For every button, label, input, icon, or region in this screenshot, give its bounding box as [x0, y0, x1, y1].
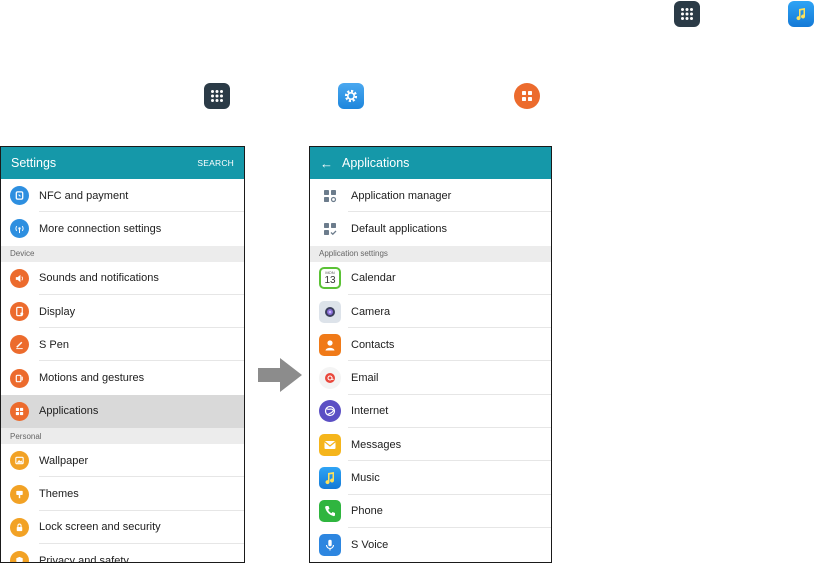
settings-item-motions[interactable]: Motions and gestures	[1, 361, 244, 394]
default-apps-icon	[319, 218, 341, 240]
settings-item-privacy[interactable]: Privacy and safety	[1, 544, 244, 563]
pen-icon	[10, 335, 29, 355]
app-item-calendar[interactable]: MON 13 Calendar	[310, 262, 551, 295]
email-icon	[319, 367, 341, 390]
app-item-phone[interactable]: Phone	[310, 495, 551, 528]
settings-item-sounds[interactable]: Sounds and notifications	[1, 262, 244, 295]
item-application-manager[interactable]: Application manager	[310, 179, 551, 213]
app-item-music[interactable]: Music	[310, 461, 551, 495]
item-label: Application manager	[351, 189, 452, 202]
privacy-icon	[10, 551, 29, 562]
item-label: Camera	[351, 305, 391, 318]
item-label: S Voice	[351, 538, 389, 551]
applications-app-bar: ← Applications	[310, 147, 551, 179]
settings-app-bar: Settings SEARCH	[1, 147, 244, 179]
applications-screen: ← Applications Application manager Defau…	[309, 146, 552, 563]
app-item-contacts[interactable]: Contacts	[310, 328, 551, 362]
calendar-date-text: 13	[324, 275, 336, 287]
settings-item-applications[interactable]: Applications	[1, 394, 244, 429]
app-item-s-voice[interactable]: S Voice	[310, 528, 551, 561]
settings-item-label: Privacy and safety	[39, 554, 129, 563]
settings-item-label: Display	[39, 305, 76, 318]
calendar-icon: MON 13	[319, 267, 341, 290]
item-label: Internet	[351, 405, 389, 418]
back-arrow-icon[interactable]: ←	[320, 156, 333, 171]
item-label: Messages	[351, 438, 402, 451]
connection-icon	[10, 219, 29, 239]
settings-screen: Settings SEARCH NFC and payment More con…	[0, 146, 245, 563]
internet-icon	[319, 400, 341, 423]
settings-item-nfc[interactable]: NFC and payment	[1, 179, 244, 213]
settings-item-label: Motions and gestures	[39, 372, 145, 385]
apps-grid-icon	[10, 401, 29, 421]
search-button[interactable]: SEARCH	[197, 158, 234, 168]
section-header-app-settings: Application settings	[310, 245, 551, 262]
item-label: Contacts	[351, 338, 395, 351]
page-title: Applications	[342, 156, 410, 170]
section-header-device: Device	[1, 245, 244, 262]
settings-item-label: More connection settings	[39, 222, 162, 235]
app-manager-icon	[319, 185, 341, 207]
settings-item-display[interactable]: Display	[1, 295, 244, 329]
app-item-internet[interactable]: Internet	[310, 395, 551, 429]
settings-gear-icon	[338, 83, 364, 109]
nfc-icon	[10, 186, 29, 206]
settings-item-label: NFC and payment	[39, 189, 129, 202]
music-note-icon	[788, 1, 814, 27]
wallpaper-icon	[10, 451, 29, 471]
item-label: Default applications	[351, 222, 448, 235]
voice-icon	[319, 533, 341, 556]
settings-item-s-pen[interactable]: S Pen	[1, 328, 244, 362]
apps-icon	[204, 83, 230, 109]
item-label: Phone	[351, 505, 383, 518]
camera-icon	[319, 300, 341, 323]
display-icon	[10, 302, 29, 322]
applications-icon	[514, 83, 540, 109]
settings-item-more-connection[interactable]: More connection settings	[1, 212, 244, 245]
page-title: Settings	[11, 156, 57, 170]
app-item-messages[interactable]: Messages	[310, 428, 551, 462]
app-item-email[interactable]: Email	[310, 361, 551, 395]
apps-icon	[674, 1, 700, 27]
app-item-camera[interactable]: Camera	[310, 295, 551, 329]
settings-item-wallpaper[interactable]: Wallpaper	[1, 444, 244, 478]
item-default-applications[interactable]: Default applications	[310, 212, 551, 245]
settings-item-label: Sounds and notifications	[39, 272, 159, 285]
motion-icon	[10, 368, 29, 388]
settings-item-themes[interactable]: Themes	[1, 477, 244, 511]
settings-item-label: Themes	[39, 488, 79, 501]
item-label: Music	[351, 472, 380, 485]
settings-item-label: Lock screen and security	[39, 521, 161, 534]
brush-icon	[10, 484, 29, 504]
settings-item-lock-screen[interactable]: Lock screen and security	[1, 511, 244, 544]
arrow-right-icon	[258, 358, 302, 392]
settings-item-label: S Pen	[39, 338, 69, 351]
contacts-icon	[319, 333, 341, 356]
item-label: Email	[351, 372, 379, 385]
music-icon	[319, 467, 341, 490]
lock-icon	[10, 517, 29, 537]
settings-item-label: Wallpaper	[39, 454, 89, 467]
phone-icon	[319, 500, 341, 523]
messages-icon	[319, 433, 341, 456]
item-label: Calendar	[351, 272, 396, 285]
settings-item-label: Applications	[39, 405, 99, 418]
speaker-icon	[10, 268, 29, 288]
section-header-personal: Personal	[1, 428, 244, 445]
